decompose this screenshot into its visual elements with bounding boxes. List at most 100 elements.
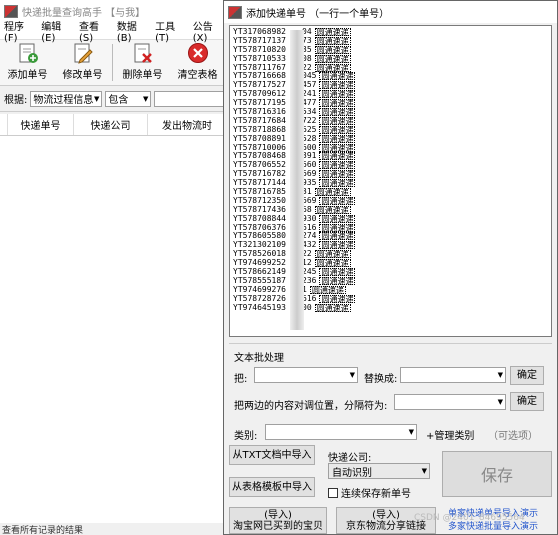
filter-op-value: 包含 <box>108 95 129 106</box>
dialog-title: 添加快递单号 （一行一个单号） <box>246 8 390 20</box>
filter-field-select[interactable]: 物流过程信息 ▼ <box>30 90 103 107</box>
chevron-down-icon: ▼ <box>142 94 149 103</box>
replace-confirm-button[interactable]: 确定 <box>510 366 544 385</box>
replace-from-label: 把: <box>234 374 248 385</box>
chevron-down-icon: ▼ <box>349 371 355 379</box>
courier-tag: 圆通速递 <box>314 45 351 55</box>
add-number-button[interactable]: 添加单号 <box>0 40 55 85</box>
courier-select-value: 自动识别 <box>332 467 372 479</box>
filter-field-value: 物流过程信息 <box>33 95 94 106</box>
courier-tag: 圆通速递 <box>319 294 356 304</box>
tracking-number-row: YT578708468 391 圆通速递 <box>233 152 548 161</box>
status-bar: 查看所有记录的结果 <box>0 523 226 535</box>
filter-text-input[interactable] <box>154 90 225 107</box>
courier-tag: 圆通速递 <box>319 134 356 144</box>
courier-tag: 圆通速递 <box>314 28 351 37</box>
tracking-number-row: YT578718868 625 圆通速递 <box>233 125 548 135</box>
main-toolbar: 添加单号 修改单号 删除单号 清空表格 <box>0 40 225 86</box>
add-number-dialog: 添加快递单号 （一行一个单号） YT317068982 04 圆通速递 YT57871… <box>223 0 558 535</box>
courier-tag: 圆通速递 <box>314 259 351 269</box>
tracking-number-row: YT578605580 274 圆通速递 <box>233 232 548 241</box>
courier-tag: 圆通速递 <box>319 125 356 135</box>
row-indicator-header <box>0 114 8 135</box>
tracking-number-row: YT974699276 1 圆通速递 <box>233 285 548 295</box>
courier-select[interactable]: 自动识别 ▼ <box>328 463 430 479</box>
import-sheet-button[interactable]: 从表格模板中导入 <box>229 477 315 497</box>
edit-number-button[interactable]: 修改单号 <box>55 40 110 85</box>
tracking-number-row: YT578709612 241 圆通速递 <box>233 89 548 100</box>
tracking-number-row: YT578708891 528 圆通速递 <box>233 134 548 144</box>
tracking-number-row: YT578662149 245 圆通速递 <box>233 267 548 277</box>
col-courier[interactable]: 快递公司 <box>74 114 148 135</box>
tracking-number-row: YT578555187 236 圆通速递 <box>233 276 548 286</box>
add-document-icon <box>19 43 38 63</box>
tracking-number-row: YT578706376 616 圆通速递 <box>233 223 548 233</box>
clear-table-button[interactable]: 清空表格 <box>170 40 225 85</box>
tracking-number-row: YT578728726 616 圆通速递 <box>233 294 548 304</box>
tracking-number-row: YT578717527 457 圆通速递 <box>233 80 548 91</box>
chevron-down-icon: ▼ <box>421 467 427 475</box>
app-icon <box>228 5 242 19</box>
courier-tag: 圆通速递 <box>309 285 346 295</box>
continuous-save-label: 连续保存新单号 <box>341 489 411 500</box>
tracking-number-row: YT578710006 600 圆通速递 <box>233 143 548 153</box>
replace-to-select[interactable]: ▼ <box>400 367 506 383</box>
redaction-blur <box>290 30 304 330</box>
col-tracking-number[interactable]: 快递单号 <box>8 114 74 135</box>
courier-tag: 圆通速递 <box>314 63 351 73</box>
swap-confirm-button[interactable]: 确定 <box>510 392 544 411</box>
tracking-numbers-textarea[interactable]: YT317068982 04 圆通速递 YT578717137 73 圆通速递 YT5787… <box>229 25 552 337</box>
edit-number-label: 修改单号 <box>62 70 103 81</box>
save-button[interactable]: 保存 <box>442 451 552 497</box>
courier-tag: 圆通速递 <box>319 214 356 224</box>
courier-tag: 圆通速递 <box>319 81 356 91</box>
import-txt-button[interactable]: 从TXT文档中导入 <box>229 445 315 465</box>
col-ship-time[interactable]: 发出物流时 <box>148 114 226 135</box>
courier-tag: 圆通速递 <box>314 205 351 215</box>
courier-tag: 圆通速递 <box>319 143 356 153</box>
courier-tag: 圆通速递 <box>319 241 356 251</box>
filter-bar: 根据: 物流过程信息 ▼ 包含 ▼ <box>0 86 225 112</box>
tracking-number-row: YT317068982 04 圆通速递 <box>233 27 548 37</box>
tracking-number-row: YT578710820 35 圆通速递 <box>233 45 548 55</box>
table-header: 快递单号 快递公司 发出物流时 <box>0 114 226 136</box>
tracking-number-row: YT578716316 534 圆通速递 <box>233 107 548 117</box>
courier-tag: 圆通速递 <box>319 152 356 162</box>
courier-tag: 圆通速递 <box>319 99 356 109</box>
courier-tag: 圆通速递 <box>319 90 356 100</box>
import-taobao-button[interactable]: (导入) 淘宝网已买到的宝贝 <box>229 507 327 534</box>
watermark: CSDN @2401_84695564 <box>414 513 525 523</box>
manage-category-link[interactable]: +管理类别 <box>426 427 474 442</box>
tracking-number-row: YT321302109 432 圆通速递 <box>233 240 548 251</box>
chevron-down-icon: ▼ <box>408 428 414 436</box>
tracking-number-row: YT578712350 669 圆通速递 <box>233 196 548 206</box>
tracking-number-row: YT578717436 68 圆通速递 <box>233 205 548 215</box>
toolbar-separator <box>112 44 113 81</box>
tracking-number-row: YT578716668 045 圆通速递 <box>233 72 548 81</box>
separator-select[interactable]: ▼ <box>394 394 506 410</box>
tracking-number-row: YT578716785 31 圆通速递 <box>233 187 548 197</box>
chevron-down-icon: ▼ <box>93 94 100 103</box>
clear-table-label: 清空表格 <box>177 70 218 81</box>
replace-from-select[interactable]: ▼ <box>254 367 358 383</box>
tracking-number-row: YT578526018 22 圆通速递 <box>233 249 548 259</box>
tracking-number-row: YT578716782 669 圆通速递 <box>233 169 548 179</box>
checkbox-box <box>328 487 338 498</box>
courier-tag: 圆通速递 <box>319 196 356 206</box>
tracking-number-row: YT578717137 73 圆通速递 <box>233 36 548 46</box>
courier-tag: 圆通速递 <box>319 72 356 82</box>
add-number-label: 添加单号 <box>7 70 48 81</box>
result-table: 快递单号 快递公司 发出物流时 <box>0 114 226 524</box>
courier-label: 快递公司: <box>328 453 372 464</box>
category-select[interactable]: ▼ <box>265 424 417 440</box>
category-label: 类别: <box>234 431 258 442</box>
batch-label: 文本批处理 <box>234 353 284 364</box>
courier-tag: 圆通速递 <box>319 161 356 171</box>
tracking-number-row: YT578711767 22 圆通速递 <box>233 63 548 73</box>
tracking-number-row: YT578708844 930 圆通速递 <box>233 214 548 224</box>
tracking-number-row: YT578717684 722 圆通速递 <box>233 116 548 126</box>
chevron-down-icon: ▼ <box>497 398 503 406</box>
continuous-save-checkbox[interactable]: 连续保存新单号 <box>328 485 411 500</box>
delete-number-button[interactable]: 删除单号 <box>115 40 170 85</box>
filter-op-select[interactable]: 包含 ▼ <box>105 90 152 107</box>
